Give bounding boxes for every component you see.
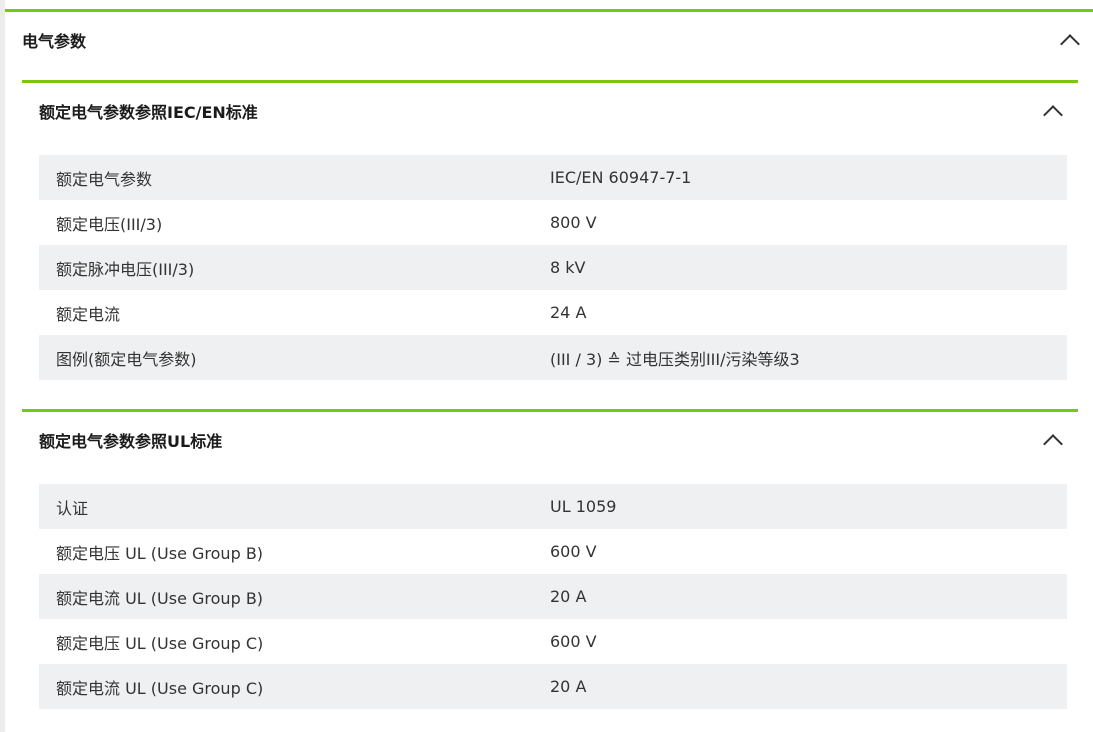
electrical-parameters-header[interactable]: 电气参数 — [5, 12, 1093, 68]
row-label: 额定脉冲电压(III/3) — [56, 259, 195, 279]
row-value: 20 A — [550, 677, 587, 696]
ul-section: 额定电气参数参照UL标准 认证 UL 1059 额定电压 UL (Use Gro… — [22, 409, 1078, 709]
ul-section-title: 额定电气参数参照UL标准 — [39, 432, 223, 451]
page: 电气参数 额定电气参数参照IEC/EN标准 额定电气参数 IEC/EN 6094… — [0, 0, 1093, 732]
iec-en-section: 额定电气参数参照IEC/EN标准 额定电气参数 IEC/EN 60947-7-1… — [22, 80, 1078, 380]
table-row: 额定电流 UL (Use Group B) 20 A — [39, 574, 1067, 619]
ul-table: 认证 UL 1059 额定电压 UL (Use Group B) 600 V 额… — [39, 484, 1067, 709]
row-label: 额定电气参数 — [56, 169, 153, 189]
row-value: 600 V — [550, 632, 597, 651]
table-row: 认证 UL 1059 — [39, 484, 1067, 529]
row-value: IEC/EN 60947-7-1 — [550, 168, 692, 187]
electrical-parameters-panel: 电气参数 — [5, 9, 1093, 68]
row-label: 额定电流 UL (Use Group B) — [56, 588, 264, 608]
table-row: 额定电流 UL (Use Group C) 20 A — [39, 664, 1067, 709]
table-row: 图例(额定电气参数) (III / 3) ≙ 过电压类别III/污染等级3 — [39, 335, 1067, 380]
row-value: 20 A — [550, 587, 587, 606]
iec-en-section-title: 额定电气参数参照IEC/EN标准 — [39, 103, 258, 122]
table-row: 额定脉冲电压(III/3) 8 kV — [39, 245, 1067, 290]
row-value: 24 A — [550, 303, 587, 322]
row-label: 认证 — [56, 498, 89, 518]
row-label: 额定电压 UL (Use Group C) — [56, 633, 264, 653]
chevron-up-icon[interactable] — [1043, 105, 1063, 125]
table-row: 额定电气参数 IEC/EN 60947-7-1 — [39, 155, 1067, 200]
table-row: 额定电压 UL (Use Group C) 600 V — [39, 619, 1067, 664]
chevron-up-icon[interactable] — [1060, 34, 1080, 54]
row-label: 额定电压(III/3) — [56, 214, 163, 234]
table-row: 额定电压 UL (Use Group B) 600 V — [39, 529, 1067, 574]
row-label: 额定电压 UL (Use Group B) — [56, 543, 264, 563]
row-label: 额定电流 UL (Use Group C) — [56, 678, 264, 698]
row-label: 额定电流 — [56, 304, 121, 324]
row-value: 800 V — [550, 213, 597, 232]
row-value: 8 kV — [550, 258, 586, 277]
iec-en-table: 额定电气参数 IEC/EN 60947-7-1 额定电压(III/3) 800 … — [39, 155, 1067, 380]
chevron-up-icon[interactable] — [1043, 434, 1063, 454]
table-row: 额定电压(III/3) 800 V — [39, 200, 1067, 245]
row-value: 600 V — [550, 542, 597, 561]
row-value: UL 1059 — [550, 497, 617, 516]
row-label: 图例(额定电气参数) — [56, 349, 197, 369]
iec-en-section-header[interactable]: 额定电气参数参照IEC/EN标准 — [22, 83, 1078, 139]
table-row: 额定电流 24 A — [39, 290, 1067, 335]
electrical-parameters-title: 电气参数 — [22, 32, 87, 51]
row-value: (III / 3) ≙ 过电压类别III/污染等级3 — [550, 349, 800, 369]
ul-section-header[interactable]: 额定电气参数参照UL标准 — [22, 412, 1078, 468]
